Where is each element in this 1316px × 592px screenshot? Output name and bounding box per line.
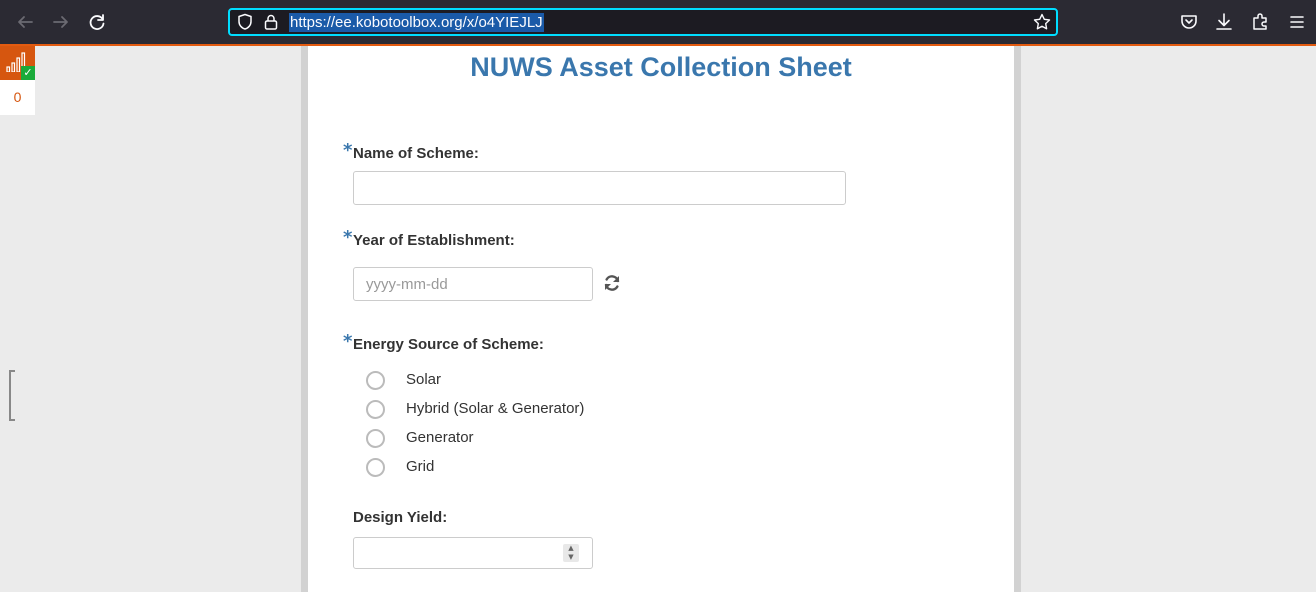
- side-handle[interactable]: [9, 370, 15, 421]
- bookmark-star-icon[interactable]: [1032, 12, 1052, 32]
- required-marker: *: [343, 227, 353, 248]
- question-label-year-of-establishment: Year of Establishment:: [353, 232, 515, 249]
- refresh-icon[interactable]: [602, 273, 622, 293]
- design-yield-number-input[interactable]: [353, 537, 593, 569]
- radio-option-solar[interactable]: Solar: [366, 369, 441, 391]
- reload-icon[interactable]: [84, 9, 110, 35]
- lock-icon[interactable]: [262, 13, 280, 31]
- form-title: NUWS Asset Collection Sheet: [470, 52, 852, 82]
- check-icon: ✓: [21, 66, 35, 80]
- radio-label[interactable]: Solar: [406, 370, 441, 390]
- radio-label[interactable]: Grid: [406, 457, 434, 477]
- radio-option-generator[interactable]: Generator: [366, 427, 474, 449]
- form-paper: NUWS Asset Collection Sheet * Name of Sc…: [308, 46, 1014, 592]
- year-of-establishment-date-input[interactable]: [353, 267, 593, 301]
- browser-toolbar: https://ee.kobotoolbox.org/x/o4YIEJLJ: [0, 0, 1316, 44]
- radio-button[interactable]: [366, 457, 385, 477]
- pocket-icon[interactable]: [1176, 9, 1202, 35]
- name-of-scheme-input[interactable]: [353, 171, 846, 205]
- radio-label[interactable]: Hybrid (Solar & Generator): [406, 399, 584, 419]
- radio-option-hybrid[interactable]: Hybrid (Solar & Generator): [366, 398, 584, 420]
- spinner-down-icon[interactable]: ▼: [563, 553, 579, 562]
- radio-button[interactable]: [366, 370, 385, 390]
- forward-arrow-icon[interactable]: [48, 9, 74, 35]
- hamburger-menu-icon[interactable]: [1284, 9, 1310, 35]
- radio-label[interactable]: Generator: [406, 428, 474, 448]
- question-label-design-yield: Design Yield:: [353, 509, 448, 526]
- radio-option-grid[interactable]: Grid: [366, 456, 434, 478]
- required-marker: *: [343, 140, 353, 161]
- tracking-protection-icon[interactable]: [236, 13, 254, 31]
- back-arrow-icon[interactable]: [12, 9, 38, 35]
- extensions-icon[interactable]: [1247, 9, 1273, 35]
- question-label-energy-source: Energy Source of Scheme:: [353, 336, 544, 353]
- radio-button[interactable]: [366, 399, 385, 419]
- downloads-icon[interactable]: [1211, 9, 1237, 35]
- question-label-name-of-scheme: Name of Scheme:: [353, 145, 479, 162]
- url-text[interactable]: https://ee.kobotoolbox.org/x/o4YIEJLJ: [289, 13, 544, 32]
- queue-status[interactable]: ✓: [0, 46, 35, 80]
- number-spinner[interactable]: ▲ ▼: [563, 544, 579, 562]
- radio-button[interactable]: [366, 428, 385, 448]
- offline-queue-widget[interactable]: ✓ 0: [0, 46, 35, 115]
- queue-count: 0: [0, 80, 35, 115]
- spinner-up-icon[interactable]: ▲: [563, 544, 579, 553]
- required-marker: *: [343, 331, 353, 352]
- address-bar[interactable]: https://ee.kobotoolbox.org/x/o4YIEJLJ: [228, 8, 1058, 36]
